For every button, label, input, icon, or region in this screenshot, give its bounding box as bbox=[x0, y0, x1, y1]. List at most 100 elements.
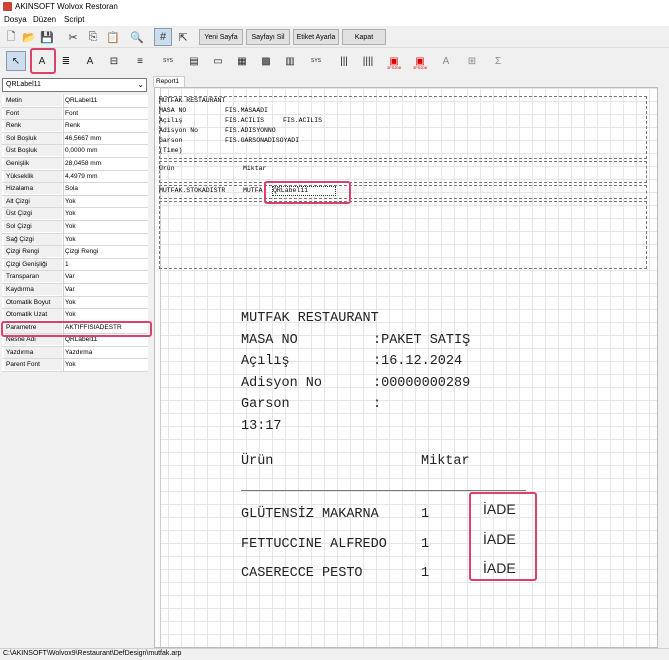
property-value[interactable]: Yok bbox=[65, 297, 76, 308]
property-row[interactable]: Sol Boşluk 46,5667 mm bbox=[2, 132, 148, 146]
property-row[interactable]: Yazdırma Yazdırma bbox=[2, 346, 148, 360]
design-garson-label[interactable]: Garson bbox=[159, 137, 182, 144]
cut-icon[interactable]: ✂ bbox=[64, 28, 82, 46]
design-masano-label[interactable]: MASA NO bbox=[159, 107, 186, 114]
property-value[interactable]: Yazdırma bbox=[65, 347, 92, 358]
property-row[interactable]: Kaydırma Var bbox=[2, 283, 148, 297]
expr-tool-icon[interactable]: A bbox=[80, 51, 100, 71]
property-value[interactable]: Sola bbox=[65, 183, 78, 194]
property-row[interactable]: Yükseklik 4,4979 mm bbox=[2, 170, 148, 184]
design-field-garson[interactable]: FIS.GARSONADISOYADI bbox=[225, 137, 299, 144]
design-miktar-label[interactable]: Miktar bbox=[243, 165, 266, 172]
property-row[interactable]: Sol Çizgi Yok bbox=[2, 220, 148, 234]
design-urun-label[interactable]: Ürün bbox=[159, 165, 175, 172]
new-page-button[interactable]: Yeni Sayfa bbox=[199, 29, 243, 45]
sys2-tool-icon[interactable]: SYS bbox=[306, 51, 326, 71]
dbimage-tool-icon[interactable]: ▩ bbox=[256, 51, 276, 71]
text-disabled-icon[interactable]: A bbox=[436, 51, 456, 71]
design-field-acilis1[interactable]: FIS.ACILIS bbox=[225, 117, 264, 124]
barcode2-tool-icon[interactable]: |||| bbox=[358, 51, 378, 71]
design-restaurant-label[interactable]: MUTFAK RESTAURANT bbox=[159, 97, 225, 104]
design-time-label[interactable]: (Time) bbox=[159, 147, 182, 154]
pointer-icon[interactable]: ↖ bbox=[6, 51, 26, 71]
property-row[interactable]: Renk Renk bbox=[2, 120, 148, 133]
design-field-acilis2[interactable]: FIS.ACILIS bbox=[283, 117, 322, 124]
property-value[interactable]: 1 bbox=[65, 259, 69, 270]
grid-icon[interactable]: # bbox=[154, 28, 172, 46]
property-row[interactable]: Metin QRLabel11 bbox=[2, 95, 148, 108]
component-select[interactable]: QRLabel11 ⌄ bbox=[2, 78, 147, 92]
property-value[interactable]: 46,5667 mm bbox=[65, 133, 101, 144]
property-value[interactable]: QRLabel11 bbox=[65, 95, 97, 106]
design-field-miktar[interactable]: MUTFA bbox=[243, 187, 263, 194]
label-settings-button[interactable]: Etiket Ayarla bbox=[293, 29, 339, 45]
menu-duzen[interactable]: Düzen bbox=[33, 15, 56, 24]
design-field-adisyonno[interactable]: FIS.ADISYONNO bbox=[225, 127, 276, 134]
footer-band[interactable] bbox=[159, 201, 647, 269]
sys-tool-icon[interactable]: SYS bbox=[158, 51, 178, 71]
qr-tool-icon[interactable]: ▣ 3FS208 bbox=[384, 51, 404, 71]
save-icon[interactable]: 💾 bbox=[38, 28, 56, 46]
property-key: Çizgi Rengi bbox=[4, 246, 62, 258]
preview-icon[interactable]: 🔍 bbox=[128, 28, 146, 46]
detail-band[interactable] bbox=[159, 185, 647, 199]
shape-tool-icon[interactable]: ▭ bbox=[208, 51, 228, 71]
property-row[interactable]: Üst Boşluk 0,0000 mm bbox=[2, 145, 148, 158]
property-value[interactable]: Var bbox=[65, 271, 75, 282]
property-value[interactable]: Var bbox=[65, 284, 75, 295]
paste-icon[interactable]: 📋 bbox=[104, 28, 122, 46]
property-row[interactable]: Sağ Çizgi Yok bbox=[2, 233, 148, 247]
column-header-band[interactable] bbox=[159, 161, 647, 183]
menu-script[interactable]: Script bbox=[64, 15, 84, 24]
property-row[interactable]: Transparan Var bbox=[2, 271, 148, 284]
property-value[interactable]: Çizgi Rengi bbox=[65, 246, 98, 257]
design-adisyon-label[interactable]: Adisyon No bbox=[159, 127, 198, 134]
image-tool-icon[interactable]: ▦ bbox=[232, 51, 252, 71]
property-value[interactable]: 4,4979 mm bbox=[65, 171, 98, 182]
property-value[interactable]: Font bbox=[65, 108, 78, 119]
menu-dosya[interactable]: Dosya bbox=[4, 15, 27, 24]
file-path: C:\AKINSOFT\Wolvox9\Restaurant\DefDesign… bbox=[3, 650, 182, 657]
property-row[interactable]: Çizgi Rengi Çizgi Rengi bbox=[2, 246, 148, 259]
memo-tool-icon[interactable]: ▥ bbox=[280, 51, 300, 71]
property-divider bbox=[63, 258, 64, 271]
snap-icon[interactable]: ⇱ bbox=[174, 28, 192, 46]
report-canvas[interactable]: MUTFAK RESTAURANT MASA NO Açılış Adisyon… bbox=[154, 87, 658, 648]
tab-report1[interactable]: Report1 bbox=[153, 76, 185, 87]
property-value[interactable]: 28,0458 mm bbox=[65, 158, 101, 169]
richtext-tool-icon[interactable]: ▤ bbox=[184, 51, 204, 71]
property-value[interactable]: Yok bbox=[65, 309, 76, 320]
property-value[interactable]: Yok bbox=[65, 208, 76, 219]
property-value[interactable]: Yok bbox=[65, 196, 76, 207]
property-row[interactable]: Otomatik Boyut Yok bbox=[2, 296, 148, 310]
design-field-masaadi[interactable]: FIS.MASAADI bbox=[225, 107, 268, 114]
design-acilis-label[interactable]: Açılış bbox=[159, 117, 182, 124]
property-key: Sol Çizgi bbox=[4, 220, 62, 232]
property-row[interactable]: Font Font bbox=[2, 107, 148, 121]
delete-page-button[interactable]: Sayfayı Sil bbox=[246, 29, 290, 45]
property-row[interactable]: Üst Çizgi Yok bbox=[2, 208, 148, 221]
design-field-stokadi[interactable]: MUTFAK.STOKADISTR bbox=[159, 187, 225, 194]
open-folder-icon[interactable]: 📂 bbox=[20, 28, 38, 46]
property-row[interactable]: Alt Çizgi Yok bbox=[2, 195, 148, 209]
sysdata-tool-icon[interactable]: ≡ bbox=[130, 51, 150, 71]
property-value[interactable]: Renk bbox=[65, 120, 80, 131]
property-row[interactable]: Hizalama Sola bbox=[2, 183, 148, 196]
property-row[interactable]: Genişlik 28,0458 mm bbox=[2, 157, 148, 171]
property-value[interactable]: Yok bbox=[65, 359, 76, 370]
dbtext-tool-icon[interactable]: ≣ bbox=[56, 51, 76, 71]
copy-icon[interactable]: ⎘ bbox=[84, 28, 102, 46]
property-row[interactable]: Parent Font Yok bbox=[2, 359, 148, 373]
calc-tool-icon[interactable]: ⊟ bbox=[104, 51, 124, 71]
property-value[interactable]: Yok bbox=[65, 221, 76, 232]
sum-disabled-icon[interactable]: Σ bbox=[488, 51, 508, 71]
new-file-icon[interactable]: 🗋 bbox=[2, 28, 20, 46]
barcode-tool-icon[interactable]: ||| bbox=[334, 51, 354, 71]
close-button[interactable]: Kapat bbox=[342, 29, 386, 45]
property-value[interactable]: 0,0000 mm bbox=[65, 145, 98, 156]
qr2-tool-icon[interactable]: ▣ 3FS208 bbox=[410, 51, 430, 71]
expr-disabled-icon[interactable]: ⊞ bbox=[462, 51, 482, 71]
property-value[interactable]: Yok bbox=[65, 234, 76, 245]
property-row[interactable]: Çizgi Genişliği 1 bbox=[2, 258, 148, 272]
property-row[interactable]: Otomatik Uzat Yok bbox=[2, 309, 148, 322]
